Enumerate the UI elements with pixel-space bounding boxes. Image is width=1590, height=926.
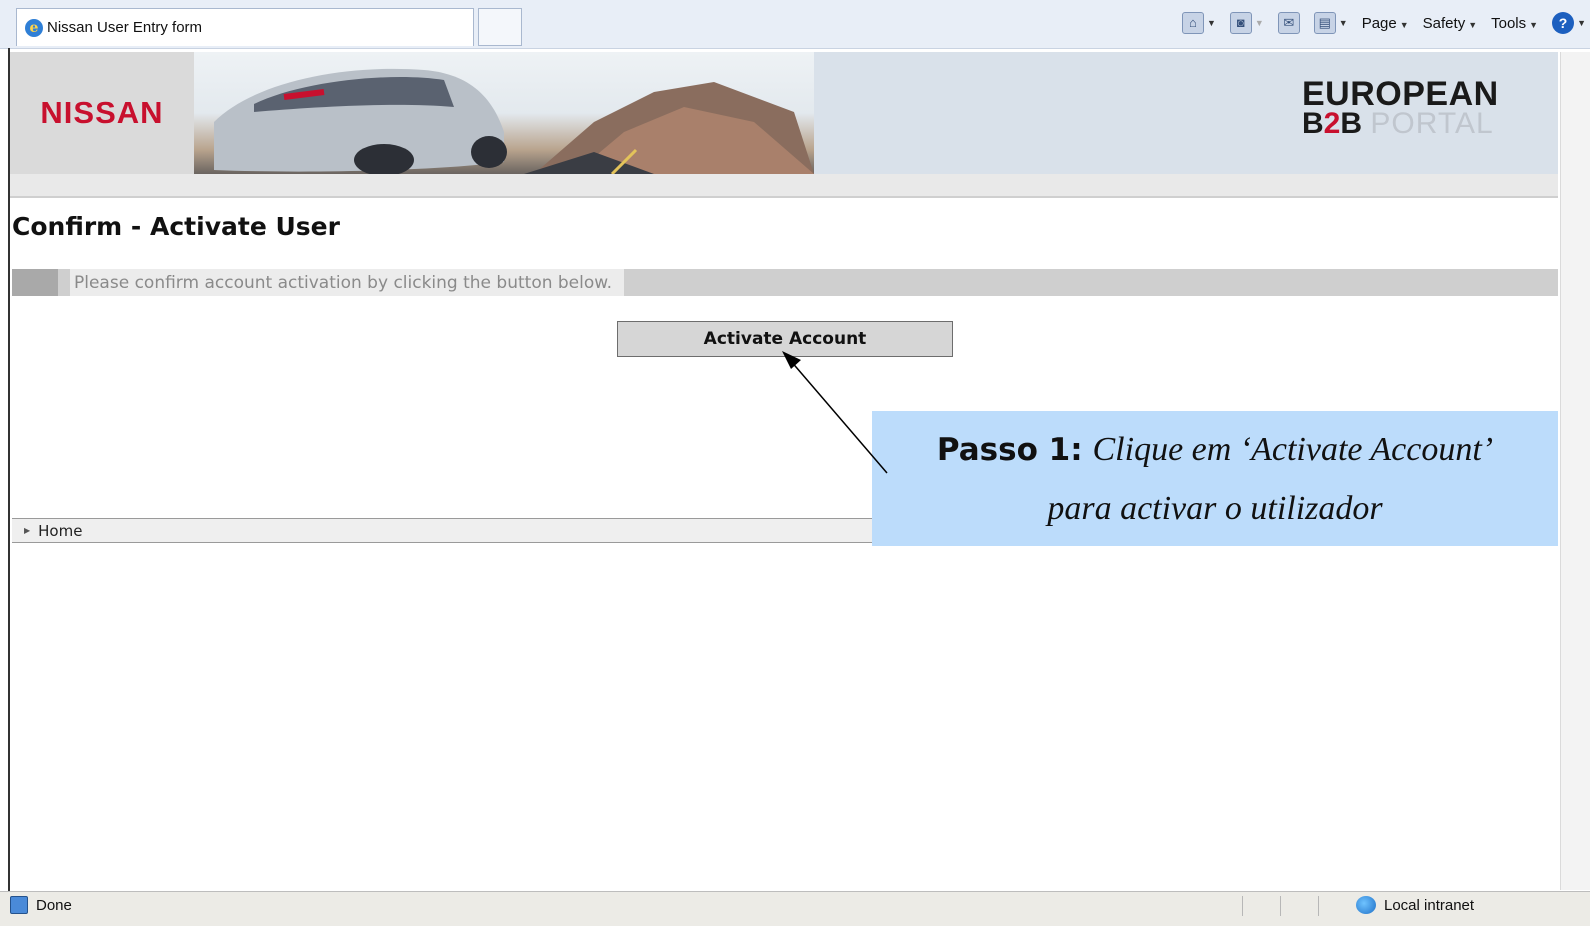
safety-menu[interactable]: Safety ▼ — [1423, 15, 1477, 32]
nav-subbar — [10, 174, 1558, 198]
message-bar-marker — [12, 269, 58, 296]
callout-step-label: Passo 1: — [936, 431, 1083, 468]
triangle-right-icon: ▶ — [24, 526, 31, 535]
mail-icon: ✉ — [1277, 12, 1300, 34]
brand-b2: B — [1340, 107, 1363, 140]
mail-button[interactable]: ✉ — [1277, 12, 1300, 34]
brand-b: B — [1302, 107, 1324, 140]
security-zone[interactable]: Local intranet — [1356, 896, 1474, 914]
european-b2b-portal-logo: EUROPEAN B2B PORTAL — [1302, 75, 1499, 140]
instruction-callout: Passo 1: Clique em ‘Activate Account’ pa… — [872, 411, 1558, 546]
brand-line2: B2B PORTAL — [1302, 107, 1499, 140]
ie-icon: e — [25, 18, 43, 37]
vertical-scrollbar[interactable] — [1560, 52, 1590, 890]
activate-account-button[interactable]: Activate Account — [617, 321, 953, 357]
brand-2: 2 — [1323, 107, 1341, 140]
safety-menu-label: Safety — [1422, 14, 1466, 32]
home-icon: ⌂ — [1181, 12, 1204, 34]
brand-portal: PORTAL — [1370, 107, 1494, 140]
command-bar: ⌂ ▼ ◙ ▼ ✉ ▤ ▼ Page ▼ Safety ▼ Tools ▼ ? ▼ — [1181, 8, 1590, 38]
nissan-logo: NISSAN — [10, 52, 194, 174]
nissan-logo-text: NISSAN — [40, 95, 164, 130]
status-text: Done — [36, 896, 72, 914]
tools-menu-label: Tools — [1491, 14, 1527, 32]
status-done: Done — [10, 896, 72, 914]
help-icon: ? — [1552, 12, 1575, 34]
tab-title: Nissan User Entry form — [47, 19, 203, 36]
confirmation-message: Please confirm account activation by cli… — [70, 269, 625, 296]
print-button[interactable]: ▤ ▼ — [1313, 12, 1348, 34]
callout-line1: Passo 1: Clique em ‘Activate Account’ — [937, 420, 1493, 480]
printer-icon: ▤ — [1313, 12, 1336, 34]
zone-label: Local intranet — [1384, 896, 1475, 914]
chevron-down-icon: ▼ — [1468, 19, 1478, 30]
home-link[interactable]: Home — [38, 522, 82, 540]
status-bar: Done Local intranet — [0, 891, 1590, 926]
status-segment — [1318, 896, 1351, 916]
message-bar: Please confirm account activation by cli… — [12, 269, 1558, 296]
feeds-button[interactable]: ◙ ▼ — [1229, 12, 1264, 34]
banner-car-photo — [194, 52, 814, 174]
callout-text-line2: para activar o utilizador — [1047, 489, 1383, 527]
tools-menu[interactable]: Tools ▼ — [1491, 15, 1538, 32]
new-tab-button[interactable] — [478, 8, 522, 46]
page-loaded-icon — [10, 896, 28, 914]
help-button[interactable]: ? ▼ — [1552, 12, 1586, 34]
chevron-down-icon: ▼ — [1529, 19, 1539, 30]
intranet-globe-icon — [1356, 896, 1376, 914]
home-button[interactable]: ⌂ ▼ — [1181, 12, 1216, 34]
status-segment — [1242, 896, 1275, 916]
browser-tab[interactable]: e Nissan User Entry form — [16, 8, 474, 46]
page-menu-label: Page — [1361, 14, 1397, 32]
callout-text-line1: Clique em ‘Activate Account’ — [1092, 430, 1494, 468]
chevron-down-icon: ▼ — [1399, 19, 1409, 30]
page-title: Confirm - Activate User — [12, 212, 340, 241]
page-menu[interactable]: Page ▼ — [1362, 15, 1409, 32]
car-photo-illustration — [214, 68, 814, 174]
rss-feed-icon: ◙ — [1229, 12, 1252, 34]
status-segment — [1280, 896, 1313, 916]
brand-line1: EUROPEAN — [1302, 75, 1499, 113]
